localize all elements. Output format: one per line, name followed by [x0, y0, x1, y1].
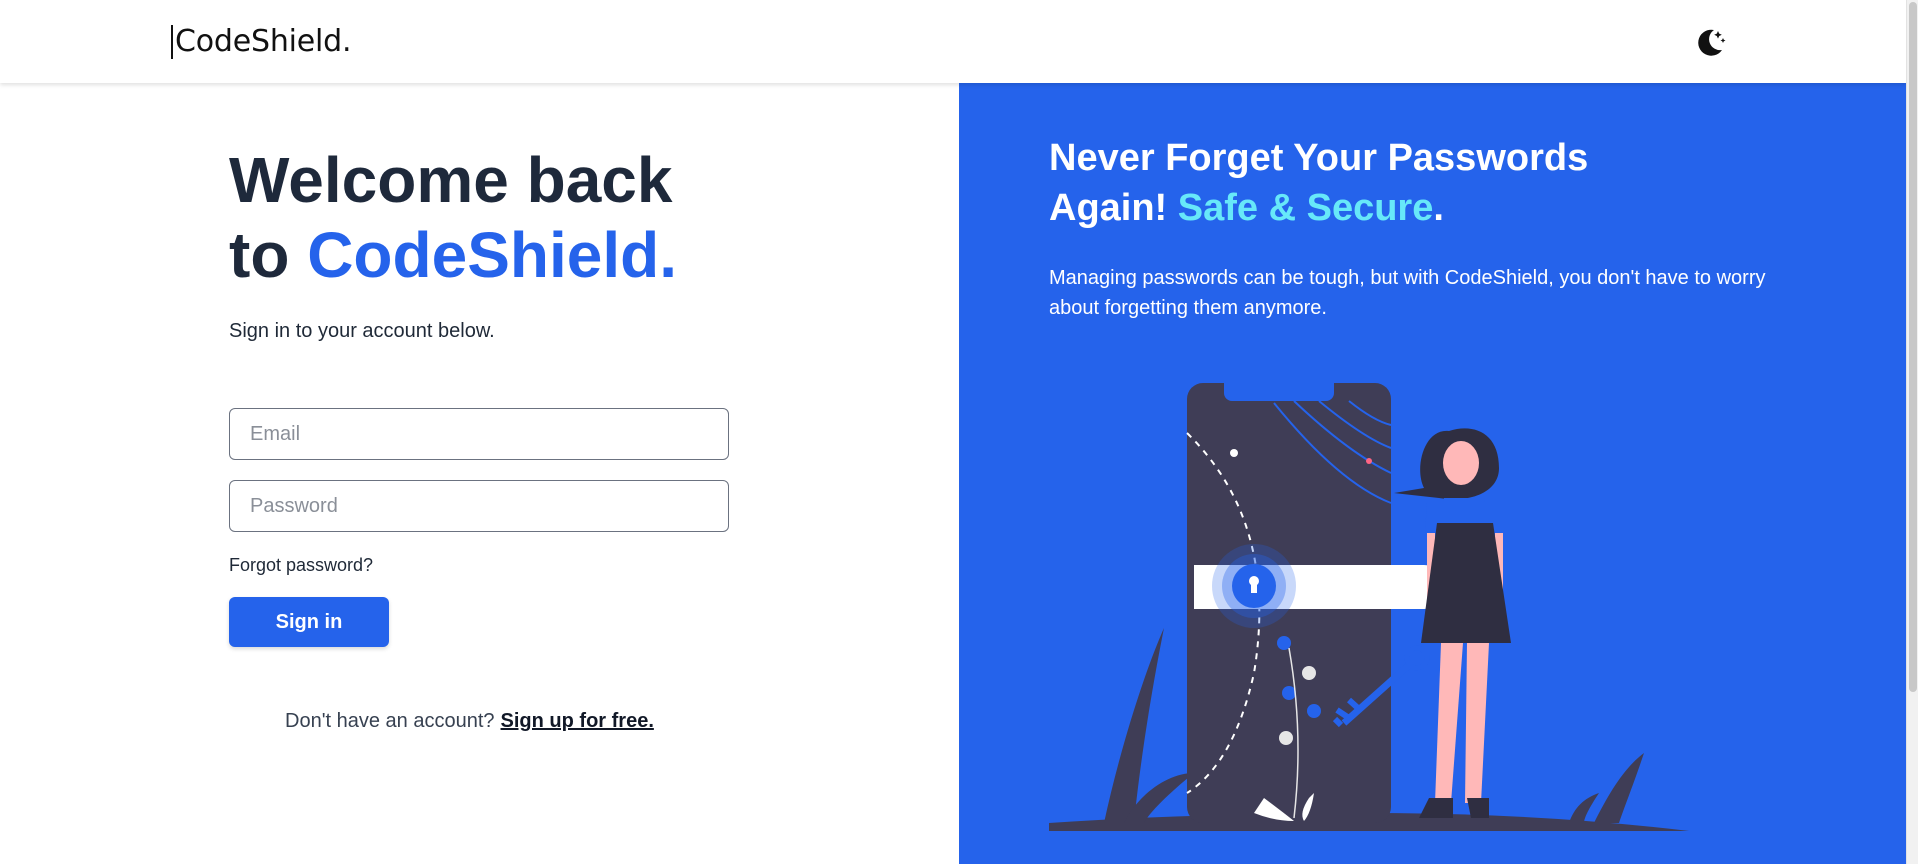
- phone-notch: [1224, 383, 1334, 401]
- person-figure: [1394, 428, 1511, 818]
- promo-headline-suffix: .: [1433, 187, 1444, 229]
- top-navbar: CodeShield.: [0, 0, 1906, 83]
- promo-headline-prefix: Again!: [1049, 187, 1178, 229]
- page-title: Welcome back to CodeShield.: [229, 143, 789, 293]
- theme-toggle-button[interactable]: [1690, 22, 1730, 62]
- logo[interactable]: CodeShield.: [171, 25, 352, 59]
- title-brand: CodeShield.: [307, 219, 677, 291]
- password-field[interactable]: [229, 480, 729, 532]
- forgot-password-link[interactable]: Forgot password?: [229, 555, 373, 576]
- login-page: CodeShield. Welcome back to CodeShield. …: [0, 0, 1918, 864]
- scrollbar-thumb[interactable]: [1909, 2, 1917, 692]
- phone-lock-key-person-illustration: [1049, 383, 1689, 831]
- promo-panel: Never Forget Your Passwords Again! Safe …: [959, 83, 1906, 864]
- promo-headline-accent: Safe & Secure: [1177, 187, 1434, 229]
- email-field[interactable]: [229, 408, 729, 460]
- promo-headline-line-1: Never Forget Your Passwords: [1049, 137, 1589, 179]
- promo-description: Managing passwords can be tough, but wit…: [1049, 267, 1766, 319]
- sign-in-button[interactable]: Sign in: [229, 597, 389, 647]
- promo-headline: Never Forget Your Passwords Again! Safe …: [1049, 133, 1769, 233]
- login-panel: Welcome back to CodeShield. Sign in to y…: [0, 83, 959, 864]
- subtitle: Sign in to your account below.: [229, 320, 495, 342]
- signup-prompt-row: Don't have an account? Sign up for free.: [285, 710, 654, 733]
- signup-link[interactable]: Sign up for free.: [501, 710, 654, 732]
- signup-prompt-text: Don't have an account?: [285, 710, 495, 732]
- moon-stars-icon: [1698, 29, 1726, 56]
- grass-right: [1594, 753, 1644, 823]
- page-scrollbar[interactable]: [1906, 0, 1918, 864]
- title-line-1: Welcome back: [229, 144, 673, 216]
- title-line-2-prefix: to: [229, 219, 308, 291]
